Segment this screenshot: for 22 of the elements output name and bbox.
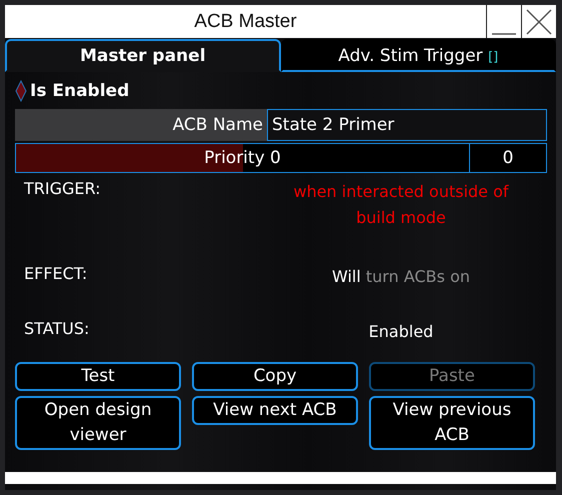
checkbox-label: Is Enabled xyxy=(30,81,130,101)
info-label: STATUS: xyxy=(23,319,90,340)
action-button[interactable]: Test xyxy=(15,362,181,391)
priority-slider[interactable]: Priority 0 xyxy=(15,143,470,173)
priority-value[interactable]: 0 xyxy=(470,143,547,173)
window-title: ACB Master xyxy=(193,10,298,34)
info-value: Will turn ACBs on xyxy=(330,266,471,288)
action-button[interactable]: Copy xyxy=(192,362,358,391)
checkbox[interactable] xyxy=(15,80,27,102)
tab[interactable]: Master panel xyxy=(5,39,280,72)
tab[interactable]: Adv. Stim Trigger [] xyxy=(280,39,556,72)
close-icon xyxy=(525,8,553,36)
info-value: when interacted outside of build mode xyxy=(292,181,510,229)
action-button[interactable]: View previous ACB xyxy=(369,396,535,450)
info-label: EFFECT: xyxy=(23,264,88,285)
action-button[interactable]: Open design viewer xyxy=(15,396,181,450)
info-value: Enabled xyxy=(368,321,434,343)
field-label: ACB Name xyxy=(15,109,267,141)
name-field[interactable]: State 2 Primer xyxy=(267,109,547,141)
minimize-icon xyxy=(492,32,516,34)
action-button[interactable]: View next ACB xyxy=(192,396,358,425)
info-label: TRIGGER: xyxy=(23,179,102,200)
